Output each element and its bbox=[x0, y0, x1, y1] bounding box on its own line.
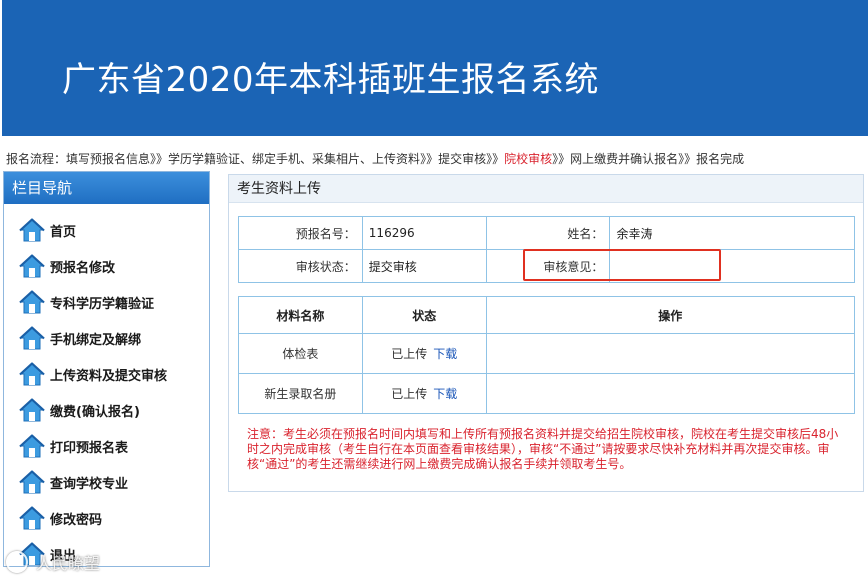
sidebar-item-label: 打印预报名表 bbox=[50, 440, 129, 456]
name-value: 余幸涛 bbox=[609, 216, 855, 250]
sidebar-item[interactable]: 修改密码 bbox=[4, 500, 209, 536]
house-icon bbox=[18, 432, 46, 460]
notice-text: 注意：考生必须在预报名时间内填写和上传所有预报名资料并提交给招生院校审核，院校在… bbox=[247, 427, 839, 471]
flow-step: 报名完成 bbox=[696, 152, 745, 166]
upload-panel: 考生资料上传 预报名号： 116296 姓名： 余幸涛 审核状态： 提交审核 审… bbox=[228, 174, 864, 492]
header-operation: 操作 bbox=[485, 296, 856, 334]
sidebar-item[interactable]: 首页 bbox=[4, 212, 209, 248]
reg-no-value: 116296 bbox=[361, 216, 487, 250]
flow-prefix: 报名流程： bbox=[6, 152, 67, 166]
house-icon bbox=[18, 396, 46, 424]
material-name: 新生录取名册 bbox=[238, 373, 363, 414]
sidebar-item-label: 缴费(确认报名) bbox=[50, 404, 140, 420]
sidebar-item[interactable]: 打印预报名表 bbox=[4, 428, 209, 464]
registration-flow: 报名流程：填写预报名信息》》学历学籍验证、绑定手机、采集相片、上传资料》》提交审… bbox=[6, 150, 866, 166]
material-status: 已上传 bbox=[391, 347, 428, 361]
flow-separator: 》》 bbox=[420, 152, 439, 166]
sidebar-item[interactable]: 手机绑定及解绑 bbox=[4, 320, 209, 356]
flow-separator: 》》 bbox=[678, 152, 697, 166]
material-status: 已上传 bbox=[391, 387, 428, 401]
status-label: 审核状态： bbox=[238, 249, 363, 283]
flow-step: 院校审核 bbox=[504, 152, 553, 166]
download-link[interactable]: 下载 bbox=[433, 387, 457, 401]
name-label: 姓名： bbox=[485, 216, 611, 250]
sidebar-item[interactable]: 上传资料及提交审核 bbox=[4, 356, 209, 392]
sidebar-item-label: 上传资料及提交审核 bbox=[50, 368, 168, 384]
sidebar-item-label: 手机绑定及解绑 bbox=[50, 332, 142, 348]
system-title: 广东省2020年本科插班生报名系统 bbox=[62, 60, 600, 100]
table-row: 新生录取名册 已上传 下载 bbox=[238, 373, 856, 414]
download-link[interactable]: 下载 bbox=[433, 347, 457, 361]
house-icon bbox=[18, 504, 46, 532]
house-icon bbox=[18, 288, 46, 316]
flow-step: 网上缴费并确认报名 bbox=[570, 152, 679, 166]
watermark-text: 人民瞭望 bbox=[36, 554, 101, 573]
house-icon bbox=[18, 468, 46, 496]
status-value: 提交审核 bbox=[361, 249, 487, 283]
watermark-logo-icon bbox=[6, 551, 28, 573]
reg-no-label: 预报名号： bbox=[238, 216, 363, 250]
header-status: 状态 bbox=[361, 296, 487, 334]
sidebar-item-label: 专科学历学籍验证 bbox=[50, 296, 155, 312]
table-row: 体检表 已上传 下载 bbox=[238, 333, 856, 374]
sidebar-nav: 栏目导航 首页预报名修改专科学历学籍验证 手机绑定及解绑上传资料及提交审核 缴费(确… bbox=[3, 171, 210, 567]
materials-table: 材料名称 状态 操作 体检表 已上传 下载 新生录取名册 已上传 下载 bbox=[238, 296, 856, 414]
flow-step: 填写预报名信息 bbox=[66, 152, 151, 166]
material-name: 体检表 bbox=[238, 333, 363, 374]
header-banner: 广东省2020年本科插班生报名系统 bbox=[2, 0, 868, 136]
sidebar-item[interactable]: 预报名修改 bbox=[4, 248, 209, 284]
candidate-info-table: 预报名号： 116296 姓名： 余幸涛 审核状态： 提交审核 审核意见： bbox=[238, 216, 855, 283]
sidebar-item[interactable]: 缴费(确认报名) bbox=[4, 392, 209, 428]
panel-title: 考生资料上传 bbox=[229, 175, 863, 203]
flow-separator: 》》 bbox=[150, 152, 169, 166]
house-icon bbox=[18, 360, 46, 388]
flow-step: 提交审核 bbox=[438, 152, 487, 166]
opinion-label: 审核意见： bbox=[485, 249, 611, 283]
opinion-value bbox=[609, 249, 855, 283]
house-icon bbox=[18, 216, 46, 244]
sidebar-item[interactable]: 专科学历学籍验证 bbox=[4, 284, 209, 320]
flow-separator: 》》 bbox=[486, 152, 505, 166]
watermark: 人民瞭望 bbox=[6, 550, 100, 574]
sidebar-item-label: 预报名修改 bbox=[50, 260, 116, 276]
sidebar-item-label: 首页 bbox=[50, 224, 77, 240]
flow-separator: 》》 bbox=[552, 152, 571, 166]
header-material-name: 材料名称 bbox=[238, 296, 363, 334]
flow-step: 学历学籍验证、绑定手机、采集相片、上传资料 bbox=[168, 152, 421, 166]
material-status-cell: 已上传 下载 bbox=[361, 333, 487, 374]
sidebar-menu: 首页预报名修改专科学历学籍验证 手机绑定及解绑上传资料及提交审核 缴费(确认报名) 打… bbox=[4, 204, 209, 572]
material-operation bbox=[485, 373, 856, 414]
sidebar-item[interactable]: 查询学校专业 bbox=[4, 464, 209, 500]
house-icon bbox=[18, 324, 46, 352]
sidebar-title: 栏目导航 bbox=[4, 172, 209, 204]
sidebar-item-label: 修改密码 bbox=[50, 512, 103, 528]
material-status-cell: 已上传 下载 bbox=[361, 373, 487, 414]
house-icon bbox=[18, 252, 46, 280]
sidebar-item-label: 查询学校专业 bbox=[50, 476, 129, 492]
material-operation bbox=[485, 333, 856, 374]
